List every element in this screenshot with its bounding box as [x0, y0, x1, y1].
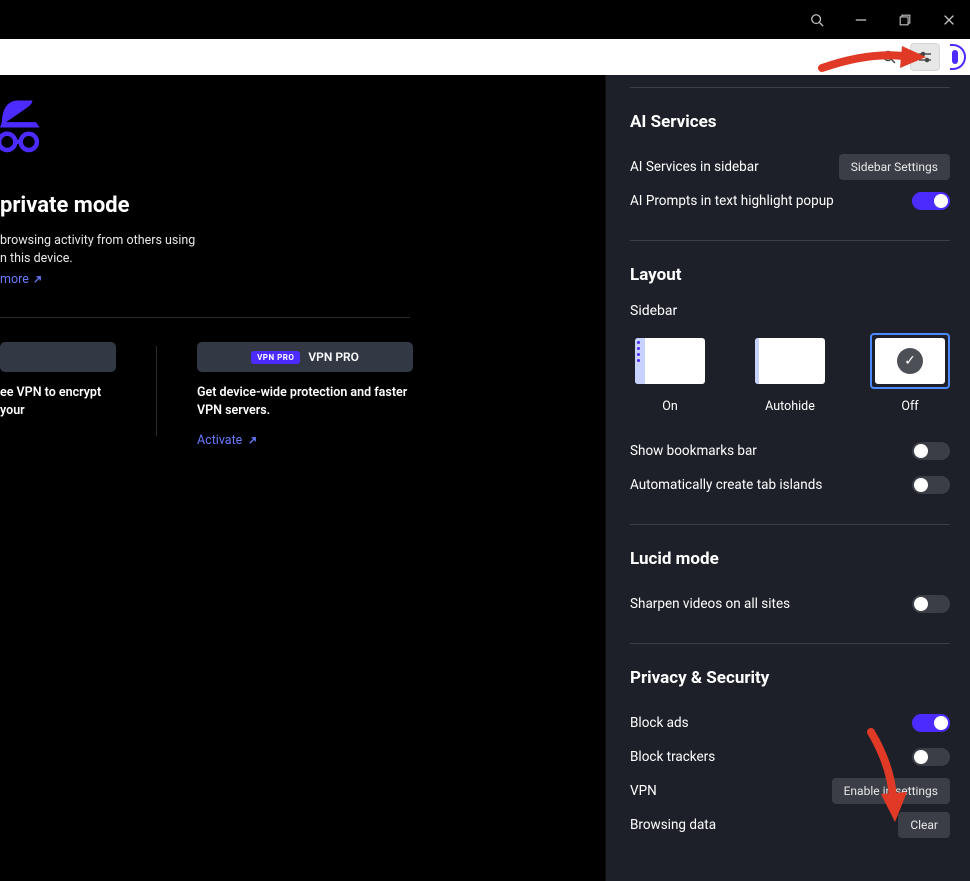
ai-sidebar-label: AI Services in sidebar: [630, 159, 759, 175]
sidebar-option-autohide[interactable]: Autohide: [750, 333, 830, 414]
sidebar-option-autohide-label: Autohide: [750, 399, 830, 414]
bookmarks-bar-toggle[interactable]: [912, 442, 950, 460]
sidebar-subtitle: Sidebar: [630, 303, 950, 319]
tab-islands-toggle[interactable]: [912, 476, 950, 494]
clear-browsing-data-button[interactable]: Clear: [898, 812, 950, 838]
check-icon: ✓: [897, 348, 923, 374]
sidebar-option-group: On Autohide ✓ Off: [630, 333, 950, 414]
search-icon[interactable]: [802, 5, 832, 35]
learn-more-text: more: [0, 272, 29, 287]
page-title: private mode: [0, 193, 605, 218]
section-divider: [630, 524, 950, 525]
section-divider: [630, 87, 950, 88]
vpn-pro-card: VPN PRO VPN PRO Get device-wide protecti…: [197, 342, 413, 448]
activate-link[interactable]: Activate: [197, 433, 257, 448]
block-ads-toggle[interactable]: [912, 714, 950, 732]
sidebar-option-on-label: On: [630, 399, 710, 414]
sidebar-option-off-label: Off: [870, 399, 950, 414]
vpn-card: ee VPN to encrypt your: [0, 342, 116, 448]
section-title-lucid: Lucid mode: [630, 549, 950, 569]
section-divider: [630, 240, 950, 241]
minimize-button[interactable]: [846, 5, 876, 35]
section-divider: [630, 643, 950, 644]
section-title-layout: Layout: [630, 265, 950, 285]
browsing-data-label: Browsing data: [630, 817, 716, 833]
divider: [0, 317, 410, 318]
close-button[interactable]: [934, 5, 964, 35]
private-mode-page: private mode browsing activity from othe…: [0, 75, 605, 881]
ai-prompts-toggle[interactable]: [912, 192, 950, 210]
incognito-icon: [0, 89, 605, 161]
os-titlebar: [0, 0, 970, 39]
activate-text: Activate: [197, 433, 242, 448]
vpn-pro-button[interactable]: VPN PRO VPN PRO: [197, 342, 413, 372]
page-subtitle-line1: browsing activity from others using: [0, 232, 605, 250]
tab-islands-label: Automatically create tab islands: [630, 477, 822, 493]
learn-more-link[interactable]: more: [0, 272, 42, 287]
ai-prompts-label: AI Prompts in text highlight popup: [630, 193, 834, 209]
sidebar-option-on[interactable]: On: [630, 333, 710, 414]
restore-button[interactable]: [890, 5, 920, 35]
block-trackers-label: Block trackers: [630, 749, 715, 765]
page-subtitle-line2: n this device.: [0, 250, 605, 268]
lucid-sharpen-toggle[interactable]: [912, 595, 950, 613]
easy-setup-panel: AI Services AI Services in sidebar Sideb…: [605, 75, 970, 881]
vpn-pro-label: VPN PRO: [308, 350, 359, 364]
zoom-dropdown-icon[interactable]: [874, 43, 904, 71]
easy-setup-button[interactable]: [910, 43, 940, 71]
vpn-pro-badge: VPN PRO: [251, 351, 300, 364]
vpn-button[interactable]: [0, 342, 116, 372]
sidebar-settings-button[interactable]: Sidebar Settings: [839, 154, 950, 180]
block-trackers-toggle[interactable]: [912, 748, 950, 766]
browser-toolbar: [0, 39, 970, 75]
bookmarks-bar-label: Show bookmarks bar: [630, 443, 757, 459]
block-ads-label: Block ads: [630, 715, 689, 731]
card-divider: [156, 346, 157, 436]
vpn-pro-text: Get device-wide protection and faster VP…: [197, 384, 413, 419]
section-title-privacy: Privacy & Security: [630, 668, 950, 688]
external-link-icon: [248, 436, 257, 445]
vpn-card-text: ee VPN to encrypt your: [0, 384, 116, 419]
lucid-sharpen-label: Sharpen videos on all sites: [630, 596, 790, 612]
vpn-label: VPN: [630, 783, 657, 799]
sidebar-option-off[interactable]: ✓ Off: [870, 333, 950, 414]
section-title-ai: AI Services: [630, 112, 950, 132]
vpn-enable-button[interactable]: Enable in settings: [832, 778, 950, 804]
external-link-icon: [33, 275, 42, 284]
profile-button[interactable]: [950, 44, 966, 70]
